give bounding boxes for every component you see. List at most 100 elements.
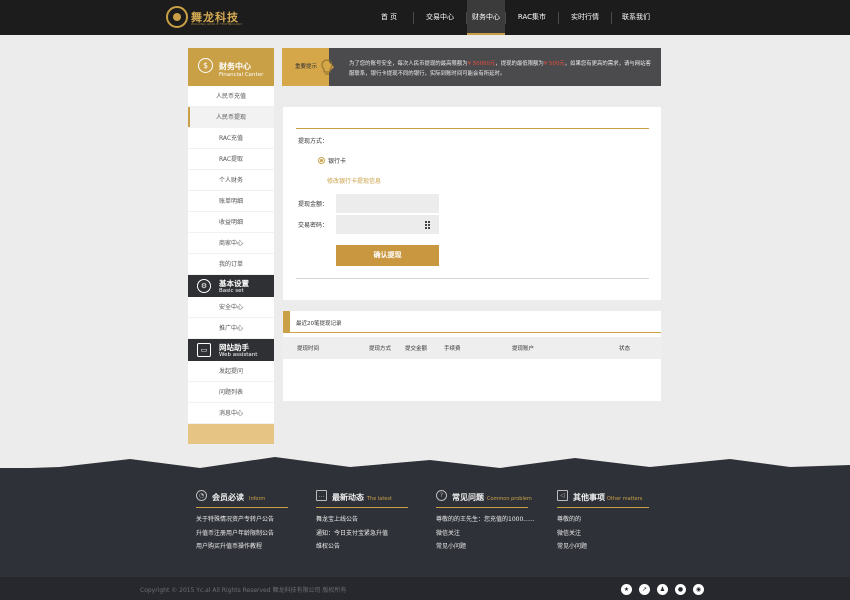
withdraw-records-panel: 最近20笔提现记录 提现时间 提现方式 提交金额 手续费 提现账户 状态 (283, 311, 661, 401)
footer-column-title: 常见问题 (452, 493, 484, 502)
sidebar-item-security-center[interactable]: 安全中心 (188, 297, 274, 318)
records-title: 最近20笔提现记录 (296, 321, 342, 327)
sidebar-item-rmb-deposit[interactable]: 人民币充值 (188, 86, 274, 107)
sidebar: $ 财务中心 Financial Center 人民币充值 人民币提现 RAC充… (188, 48, 274, 444)
footer-divider (557, 507, 649, 508)
lightbulb-icon (321, 59, 333, 75)
sidebar-item-rac-withdraw[interactable]: RAC提取 (188, 149, 274, 170)
nav-trading-center[interactable]: 交易中心 (414, 0, 466, 35)
site-logo[interactable]: 舞龙科技 WULONG GROUP TECHNOLOGY (166, 6, 246, 30)
footer-column-title: 会员必读 (212, 493, 244, 502)
footer-link[interactable]: 尊敬的的 (557, 514, 587, 528)
user-icon: ◔ (196, 490, 207, 501)
chart-icon[interactable]: ↗ (639, 584, 650, 595)
footer-link[interactable]: 尊敬的的王先生：您充值的1000...... (436, 514, 535, 528)
sidebar-section-web-assistant: ▭ 网站助手 Web assistant (188, 339, 274, 361)
qq-icon[interactable]: ♟ (657, 584, 668, 595)
records-title-bar: 最近20笔提现记录 (283, 311, 661, 333)
star-icon[interactable]: ★ (621, 584, 632, 595)
sidebar-section-basic-settings: ⚙ 基本设置 Basic set (188, 275, 274, 297)
sidebar-section-title: 财务中心 (219, 62, 251, 71)
footer-link[interactable]: 维权公告 (316, 541, 388, 555)
column-header: 提交金额 (405, 346, 428, 352)
footer-column-subtitle: Common problem (487, 496, 532, 502)
footer-link[interactable]: 微信关注 (436, 528, 535, 542)
sidebar-item-bill-details[interactable]: 账单明细 (188, 191, 274, 212)
weibo-icon[interactable]: ◉ (693, 584, 704, 595)
footer-column-subtitle: Inform (249, 496, 266, 502)
sidebar-item-personal-finance[interactable]: 个人财务 (188, 170, 274, 191)
column-header: 手续费 (444, 346, 461, 352)
withdraw-form-panel: 提现方式： 银行卡 修改银行卡提现信息 提现金额： 交易密码： 确认提现 (283, 107, 661, 300)
column-header: 提现方式 (369, 346, 392, 352)
dollar-icon: $ (198, 58, 213, 73)
column-header: 提现账户 (512, 346, 535, 352)
copyright-text: Copyright © 2015 Yc.al All Rights Reserv… (140, 587, 347, 594)
panel-top-divider (296, 128, 649, 129)
sidebar-section-finance: $ 财务中心 Financial Center (188, 48, 274, 86)
footer-link[interactable]: 关于特殊情况资产专转户公告 (196, 514, 274, 528)
monitor-icon: ▭ (197, 343, 211, 357)
sidebar-section-subtitle: Financial Center (219, 72, 264, 78)
footer-zigzag-decoration (0, 457, 850, 469)
nav-rac-market[interactable]: RAC集市 (506, 0, 558, 35)
sidebar-item-rac-deposit[interactable]: RAC充值 (188, 128, 274, 149)
settings-icon: ⚙ (197, 279, 211, 293)
nav-home[interactable]: 首 页 (365, 0, 413, 35)
panel-bottom-divider (296, 278, 649, 279)
column-header: 状态 (619, 346, 631, 352)
keypad-icon[interactable] (425, 221, 433, 229)
footer-link[interactable]: 用户购买升值币操作教程 (196, 541, 274, 555)
sidebar-item-promotion-center[interactable]: 推广中心 (188, 318, 274, 339)
footer-link[interactable]: 微信关注 (557, 528, 587, 542)
notice-text-part: ，提现的最低限额为 (495, 61, 544, 67)
sidebar-item-rmb-withdraw[interactable]: 人民币提现 (188, 107, 274, 128)
edit-bank-info-link[interactable]: 修改银行卡提现信息 (327, 176, 381, 185)
nav-finance-center[interactable]: 财务中心 (467, 0, 505, 35)
bank-card-option-label[interactable]: 银行卡 (328, 156, 346, 165)
footer-link[interactable]: 通知：今日支付宝紧急升值 (316, 528, 388, 542)
main-nav: 首 页 交易中心 财务中心 RAC集市 实时行情 联系我们 (365, 0, 660, 35)
footer-link[interactable]: 常见小问题 (436, 541, 535, 555)
footer-divider (316, 507, 408, 508)
top-navigation-bar: 舞龙科技 WULONG GROUP TECHNOLOGY 首 页 交易中心 财务… (0, 0, 850, 35)
logo-subtitle: WULONG GROUP TECHNOLOGY (191, 22, 243, 26)
chat-icon: … (316, 490, 327, 501)
footer-link[interactable]: 舞龙宝上线公告 (316, 514, 388, 528)
sidebar-item-my-orders[interactable]: 我的订单 (188, 254, 274, 275)
withdraw-method-label: 提现方式： (298, 138, 329, 145)
sidebar-item-merchant-center[interactable]: 商家中心 (188, 233, 274, 254)
sidebar-item-earnings-details[interactable]: 收益明细 (188, 212, 274, 233)
notice-text-part: 为了您的账号安全，每次人民币提现的最高限额为 (349, 61, 468, 67)
logo-emblem-icon (166, 6, 188, 28)
sidebar-section-subtitle: Web assistant (219, 352, 258, 358)
confirm-withdraw-button[interactable]: 确认提现 (336, 245, 439, 266)
max-amount: ¥ 50000元 (467, 61, 496, 67)
question-icon: ? (436, 490, 447, 501)
amount-input[interactable] (336, 194, 439, 213)
sidebar-item-ask-question[interactable]: 发起提问 (188, 361, 274, 382)
records-table-header: 提现时间 提现方式 提交金额 手续费 提现账户 状态 (283, 337, 661, 359)
sidebar-item-question-list[interactable]: 问题列表 (188, 382, 274, 403)
wechat-icon[interactable]: ● (675, 584, 686, 595)
footer-divider (196, 507, 288, 508)
footer-column-title: 其他事项 (573, 493, 605, 502)
sidebar-footer-bar (188, 424, 274, 444)
amount-label: 提现金额： (298, 201, 329, 208)
important-notice: 重要提示 为了您的账号安全，每次人民币提现的最高限额为¥ 50000元，提现的最… (282, 48, 661, 86)
footer-divider (436, 507, 528, 508)
bank-card-radio[interactable] (318, 157, 325, 164)
nav-live-quotes[interactable]: 实时行情 (559, 0, 611, 35)
min-amount: ¥ 500元 (543, 61, 565, 67)
site-footer: ◔ 会员必读 Inform 关于特殊情况资产专转户公告 升值币注册用户年龄限制公… (0, 468, 850, 578)
footer-column-title: 最新动态 (332, 493, 364, 502)
nav-contact-us[interactable]: 联系我们 (612, 0, 660, 35)
footer-link[interactable]: 常见小问题 (557, 541, 587, 555)
sidebar-item-message-center[interactable]: 消息中心 (188, 403, 274, 424)
footer-column-subtitle: The latest (367, 496, 392, 502)
footer-link[interactable]: 升值币注册用户年龄限制公告 (196, 528, 274, 542)
password-label: 交易密码： (298, 222, 329, 229)
trade-password-input[interactable] (336, 215, 439, 234)
copyright-bar: Copyright © 2015 Yc.al All Rights Reserv… (0, 577, 850, 600)
sidebar-section-subtitle: Basic set (219, 288, 244, 294)
